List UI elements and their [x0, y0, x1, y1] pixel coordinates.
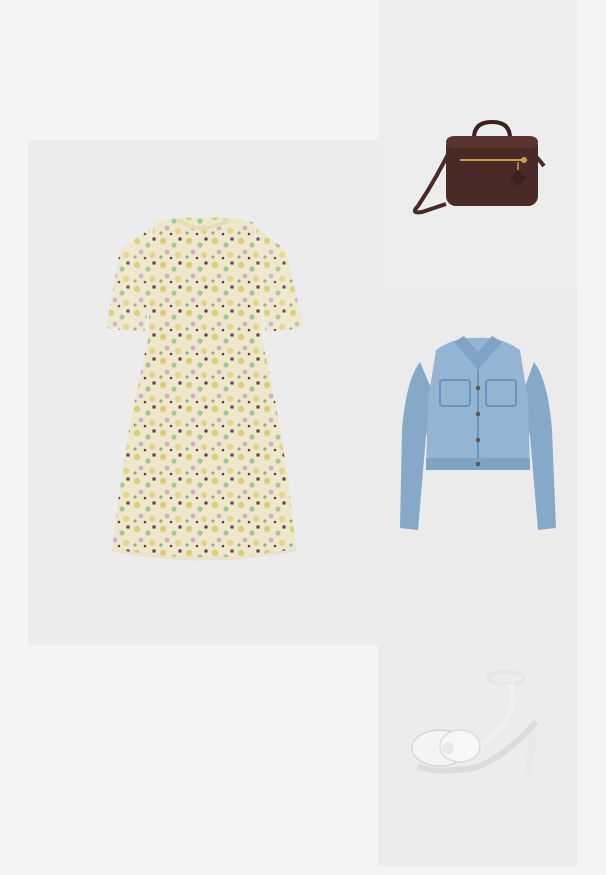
sandal-product-tile[interactable] — [378, 578, 577, 866]
jacket-product-tile[interactable] — [378, 290, 577, 578]
bag-product-tile[interactable] — [378, 0, 577, 290]
dress-icon — [106, 217, 304, 561]
bag-icon — [412, 119, 546, 215]
sandal-icon — [411, 670, 539, 774]
dress-product-tile[interactable] — [28, 140, 378, 645]
jacket-icon — [400, 336, 556, 530]
